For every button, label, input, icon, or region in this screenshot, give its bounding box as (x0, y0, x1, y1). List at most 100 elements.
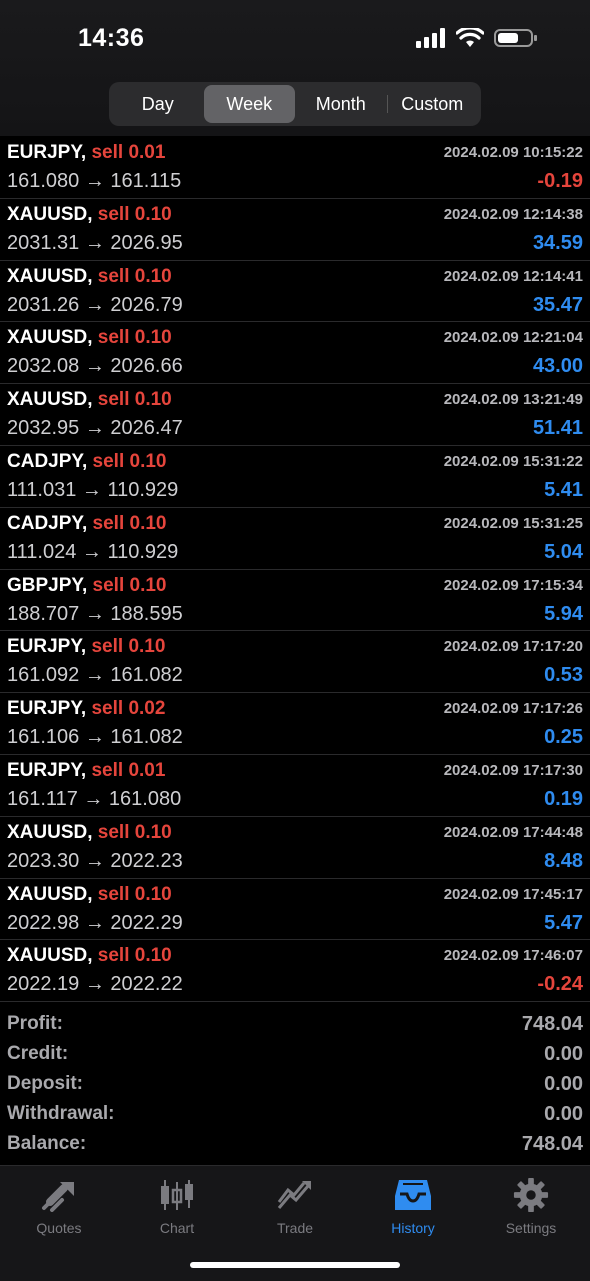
summary-label: Balance: (7, 1133, 87, 1154)
deal-prices: 161.117 → 161.080 (7, 787, 182, 810)
deal-datetime: 2024.02.09 15:31:22 (443, 452, 583, 470)
tab-label-quotes: Quotes (36, 1220, 82, 1236)
trade-icon (277, 1181, 311, 1209)
deal-row[interactable]: XAUUSD, sell 0.10 2024.02.09 17:45:17 2022… (0, 879, 590, 941)
wifi-icon (456, 28, 484, 47)
summary-label: Deposit: (7, 1073, 83, 1094)
tab-quotes[interactable]: Quotes (0, 1176, 118, 1236)
tab-label-settings: Settings (505, 1220, 557, 1236)
summary-value: 748.04 (521, 1013, 583, 1035)
deal-side: sell 0.10 (92, 450, 167, 472)
quotes-icon (42, 1182, 74, 1212)
deal-symbol: XAUUSD, sell 0.10 (7, 204, 172, 226)
deal-row[interactable]: EURJPY, sell 0.01 2024.02.09 10:15:22 161.… (0, 137, 590, 199)
chart-icon (161, 1180, 193, 1210)
deal-datetime: 2024.02.09 17:44:48 (443, 823, 583, 841)
deal-row[interactable]: EURJPY, sell 0.01 2024.02.09 17:17:30 161.… (0, 755, 590, 817)
deal-prices: 2023.30 → 2022.23 (7, 849, 183, 872)
deal-symbol: EURJPY, sell 0.02 (7, 698, 165, 720)
deal-side: sell 0.01 (91, 142, 166, 163)
deal-prices: 2032.95 → 2026.47 (7, 417, 183, 440)
deal-row[interactable]: XAUUSD, sell 0.10 2024.02.09 13:21:49 2032… (0, 384, 590, 446)
deal-profit: 35.47 (532, 293, 583, 316)
deal-prices: 2022.19 → 2022.22 (7, 973, 183, 996)
deal-symbol: CADJPY, sell 0.10 (7, 451, 166, 473)
deal-row[interactable]: EURJPY, sell 0.02 2024.02.09 17:17:26 161.… (0, 693, 590, 755)
deal-profit: 5.47 (544, 911, 583, 934)
deal-symbol: XAUUSD, sell 0.10 (7, 266, 172, 288)
deal-row[interactable]: EURJPY, sell 0.10 2024.02.09 17:17:20 161.… (0, 631, 590, 694)
deal-symbol-name: XAUUSD, (7, 883, 93, 905)
deal-prices: 111.031 → 110.929 (7, 478, 179, 501)
period-month[interactable]: Month (295, 85, 387, 123)
deal-side: sell 0.10 (97, 327, 172, 349)
deal-profit: 43.00 (532, 355, 583, 378)
deal-symbol-name: EURJPY, (7, 636, 87, 658)
home-indicator[interactable] (190, 1262, 400, 1268)
deal-profit: -0.19 (537, 170, 583, 192)
tab-settings[interactable]: Settings (472, 1176, 590, 1236)
deal-datetime: 2024.02.09 10:15:22 (443, 144, 583, 161)
deal-row[interactable]: XAUUSD, sell 0.10 2024.02.09 12:14:38 2031… (0, 199, 590, 261)
deal-symbol: XAUUSD, sell 0.10 (7, 945, 172, 967)
deal-row[interactable]: XAUUSD, sell 0.10 2024.02.09 12:14:41 2031… (0, 261, 590, 323)
deal-symbol-name: CADJPY, (7, 450, 88, 472)
period-day[interactable]: Day (112, 85, 204, 123)
deal-row[interactable]: CADJPY, sell 0.10 2024.02.09 15:31:22 111.… (0, 446, 590, 508)
tab-label-trade: Trade (276, 1220, 314, 1236)
deal-profit: 0.19 (544, 787, 583, 810)
deal-side: sell 0.10 (91, 636, 166, 658)
period-selector: Day Week Month Custom (109, 82, 481, 126)
deal-symbol-name: CADJPY, (7, 512, 88, 534)
tab-chart[interactable]: Chart (118, 1176, 236, 1236)
tab-history[interactable]: History (354, 1176, 472, 1236)
deal-prices: 188.707 → 188.595 (7, 602, 183, 625)
deal-row[interactable]: CADJPY, sell 0.10 2024.02.09 15:31:25 111.… (0, 508, 590, 570)
summary-label: Withdrawal: (7, 1103, 115, 1124)
deal-datetime: 2024.02.09 17:45:17 (443, 885, 583, 903)
deal-symbol-name: XAUUSD, (7, 327, 93, 349)
deal-prices: 161.092 → 161.082 (7, 664, 183, 687)
deal-profit: 0.25 (544, 726, 583, 749)
summary-label: Credit: (7, 1043, 69, 1064)
summary-value: 0.00 (544, 1073, 583, 1095)
settings-icon (513, 1177, 549, 1213)
summary-value: 0.00 (544, 1103, 583, 1125)
deal-symbol: GBPJPY, sell 0.10 (7, 575, 167, 597)
summary: Profit: 748.04 Credit: 0.00 Deposit: 0.00 With… (0, 1009, 590, 1159)
summary-row: Deposit: 0.00 (0, 1069, 590, 1099)
deal-row[interactable]: XAUUSD, sell 0.10 2024.02.09 17:46:07 2022… (0, 940, 590, 1003)
deal-side: sell 0.01 (91, 759, 166, 781)
period-custom[interactable]: Custom (386, 85, 479, 123)
deal-symbol-name: EURJPY, (7, 142, 87, 163)
deal-row[interactable]: GBPJPY, sell 0.10 2024.02.09 17:15:34 188.… (0, 570, 590, 632)
deal-datetime: 2024.02.09 17:17:20 (443, 638, 583, 656)
tab-trade[interactable]: Trade (236, 1176, 354, 1236)
deal-prices: 111.024 → 110.929 (7, 540, 179, 563)
deal-symbol-name: XAUUSD, (7, 389, 93, 411)
deal-side: sell 0.02 (91, 698, 166, 720)
deal-symbol: XAUUSD, sell 0.10 (7, 327, 172, 349)
deal-symbol: EURJPY, sell 0.10 (7, 636, 165, 658)
deal-profit: 34.59 (532, 231, 583, 254)
status-icons (416, 28, 538, 48)
summary-row: Profit: 748.04 (0, 1009, 590, 1039)
deal-symbol-name: XAUUSD, (7, 265, 93, 287)
deal-profit: -0.24 (537, 973, 583, 996)
deal-profit: 5.41 (544, 478, 583, 501)
deal-prices: 2032.08 → 2026.66 (7, 355, 183, 378)
deal-datetime: 2024.02.09 17:46:07 (443, 947, 583, 965)
deal-prices: 2031.31 → 2026.95 (7, 231, 183, 254)
summary-value: 748.04 (521, 1133, 583, 1155)
deal-side: sell 0.10 (92, 574, 167, 596)
deal-datetime: 2024.02.09 17:15:34 (443, 576, 583, 594)
deal-profit: 51.41 (532, 417, 583, 440)
deal-datetime: 2024.02.09 17:17:30 (443, 761, 583, 779)
deal-row[interactable]: XAUUSD, sell 0.10 2024.02.09 12:21:04 2032… (0, 322, 590, 385)
deal-symbol: XAUUSD, sell 0.10 (7, 822, 172, 844)
deal-side: sell 0.10 (97, 945, 172, 967)
period-week[interactable]: Week (203, 85, 295, 123)
history-icon (395, 1180, 431, 1210)
deal-row[interactable]: XAUUSD, sell 0.10 2024.02.09 17:44:48 2023… (0, 817, 590, 879)
deal-datetime: 2024.02.09 12:14:41 (443, 267, 583, 285)
